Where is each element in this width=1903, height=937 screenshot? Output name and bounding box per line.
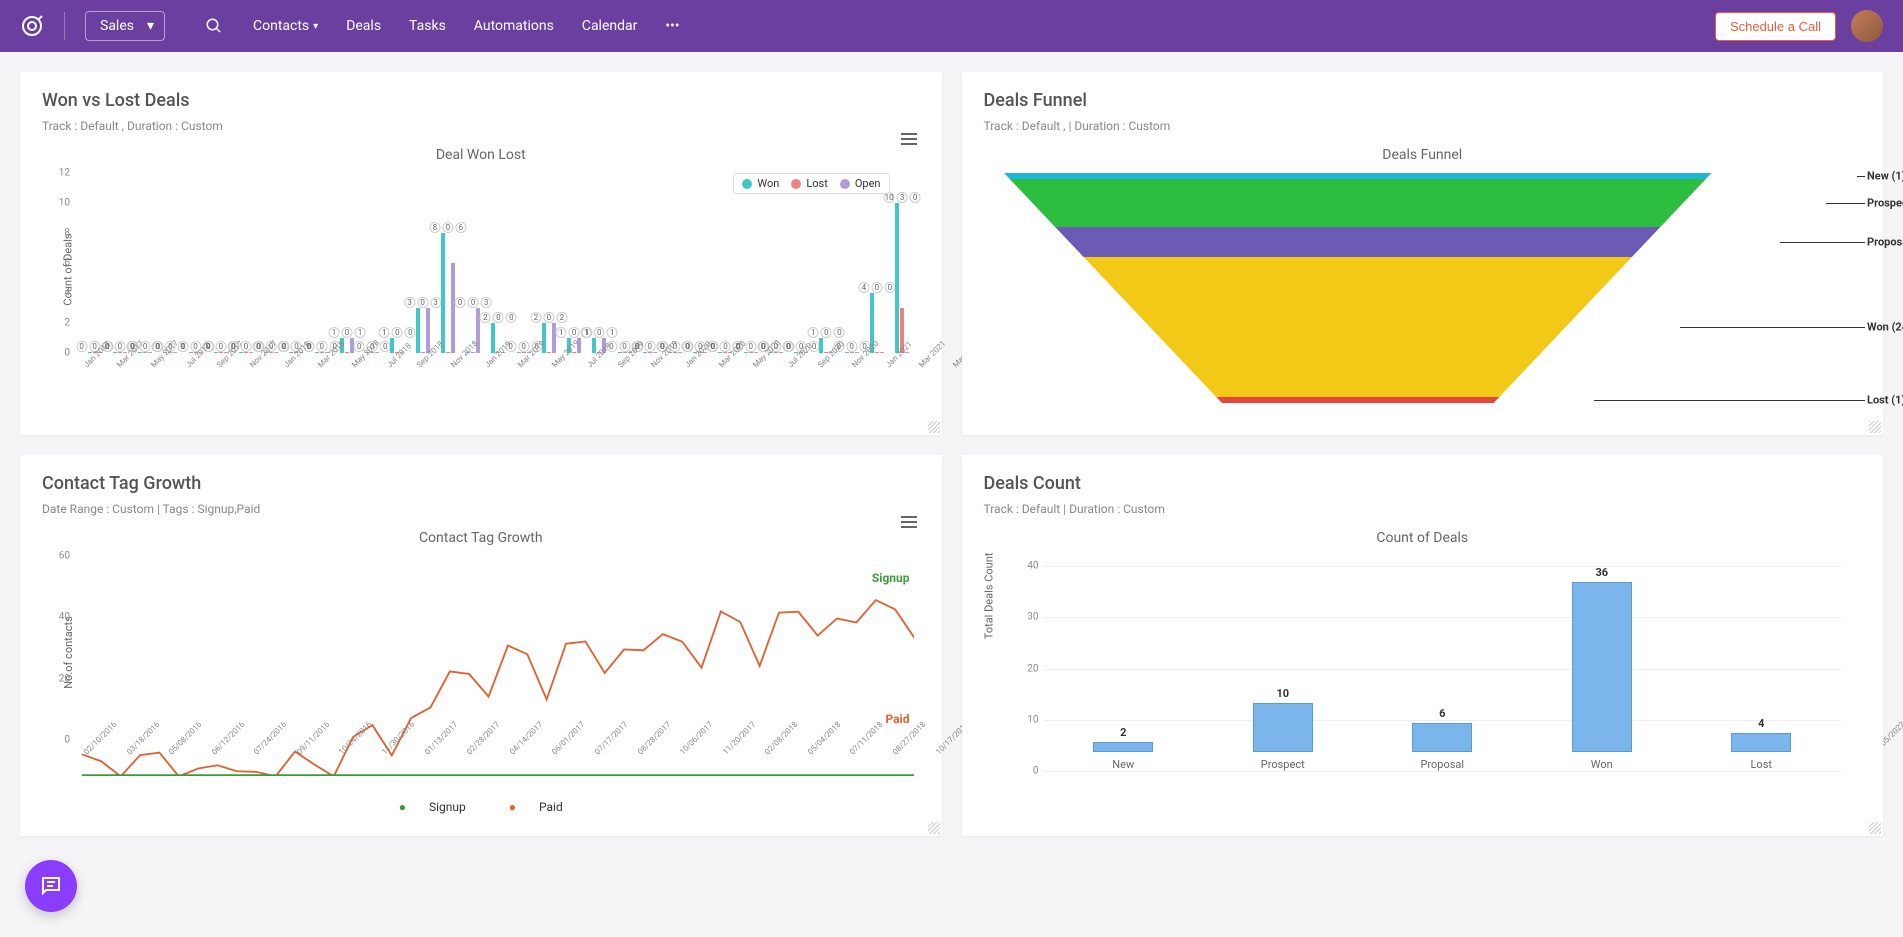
- panel-subtitle: Track : Default | Duration : Custom: [984, 502, 1862, 516]
- nav-more-icon[interactable]: •••: [665, 18, 679, 34]
- funnel-stage-label: Proposal (6): [1867, 236, 1903, 249]
- chevron-down-icon: ▾: [313, 21, 318, 32]
- panel-subtitle: Track : Default , Duration : Custom: [42, 119, 920, 133]
- series-label-signup: Signup: [872, 571, 910, 585]
- resize-handle[interactable]: [928, 822, 940, 834]
- panel-subtitle: Track : Default , | Duration : Custom: [984, 119, 1862, 133]
- panel-title: Deals Count: [984, 473, 1862, 494]
- panel-won-vs-lost: Won vs Lost Deals Track : Default , Dura…: [20, 72, 942, 435]
- chat-icon: [39, 874, 63, 898]
- schedule-call-button[interactable]: Schedule a Call: [1715, 12, 1836, 41]
- resize-handle[interactable]: [1869, 822, 1881, 834]
- nav-automations[interactable]: Automations: [474, 18, 554, 34]
- funnel-stage-label: Lost (1): [1867, 394, 1903, 407]
- chart-title: Deals Funnel: [984, 147, 1862, 163]
- chart-menu-icon[interactable]: [901, 513, 917, 531]
- chart-title: Contact Tag Growth: [42, 530, 920, 546]
- legend-signup[interactable]: ● Signup: [389, 800, 476, 814]
- deals-count-bar-chart: Total Deals Count 010203040 2New10Prospe…: [984, 556, 1862, 796]
- panel-deals-count: Deals Count Track : Default | Duration :…: [962, 455, 1884, 836]
- chat-fab-button[interactable]: [25, 860, 77, 912]
- resize-handle[interactable]: [928, 421, 940, 433]
- nav-items: Contacts ▾ Deals Tasks Automations Calen…: [253, 18, 680, 34]
- dashboard-grid: Won vs Lost Deals Track : Default , Dura…: [0, 52, 1903, 856]
- series-label-paid: Paid: [885, 712, 909, 726]
- legend-open[interactable]: Open: [840, 177, 881, 190]
- legend-lost[interactable]: Lost: [791, 177, 827, 190]
- nav-contacts[interactable]: Contacts ▾: [253, 18, 318, 34]
- panel-tag-growth: Contact Tag Growth Date Range : Custom |…: [20, 455, 942, 836]
- chart-legend: ● Signup ● Paid: [42, 800, 920, 814]
- panel-subtitle: Date Range : Custom | Tags : Signup,Paid: [42, 502, 920, 516]
- chart-menu-icon[interactable]: [901, 130, 917, 148]
- panel-deals-funnel: Deals Funnel Track : Default , | Duratio…: [962, 72, 1884, 435]
- nav-calendar[interactable]: Calendar: [582, 18, 638, 34]
- chart-legend: Won Lost Open: [733, 173, 889, 194]
- tag-growth-line-chart: No.of contacts 0204060 Signup Paid 02/10…: [42, 556, 920, 796]
- panel-title: Won vs Lost Deals: [42, 90, 920, 111]
- chart-title: Deal Won Lost: [42, 147, 920, 163]
- app-logo-icon[interactable]: [20, 14, 44, 38]
- search-icon[interactable]: [205, 17, 223, 35]
- chart-title: Count of Deals: [984, 530, 1862, 546]
- panel-title: Contact Tag Growth: [42, 473, 920, 494]
- nav-tasks[interactable]: Tasks: [409, 18, 446, 34]
- funnel-stage-label: New (1): [1867, 170, 1903, 183]
- y-axis-title: Total Deals Count: [982, 553, 995, 640]
- legend-paid[interactable]: ● Paid: [499, 800, 573, 814]
- legend-won[interactable]: Won: [742, 177, 779, 190]
- won-lost-bar-chart: Won Lost Open Count of Deals 024681012 0…: [42, 173, 920, 403]
- nav-deals[interactable]: Deals: [346, 18, 381, 34]
- user-avatar[interactable]: [1851, 10, 1883, 42]
- funnel-chart: New (1)Prospect (9)Proposal (6)Won (24)L…: [984, 173, 1862, 413]
- funnel-stage-label: Won (24): [1867, 320, 1903, 333]
- panel-title: Deals Funnel: [984, 90, 1862, 111]
- resize-handle[interactable]: [1869, 421, 1881, 433]
- divider: [64, 12, 65, 40]
- funnel-stage-label: Prospect (9): [1867, 197, 1903, 210]
- top-nav: Sales Contacts ▾ Deals Tasks Automations…: [0, 0, 1903, 52]
- workspace-dropdown[interactable]: Sales: [85, 11, 165, 41]
